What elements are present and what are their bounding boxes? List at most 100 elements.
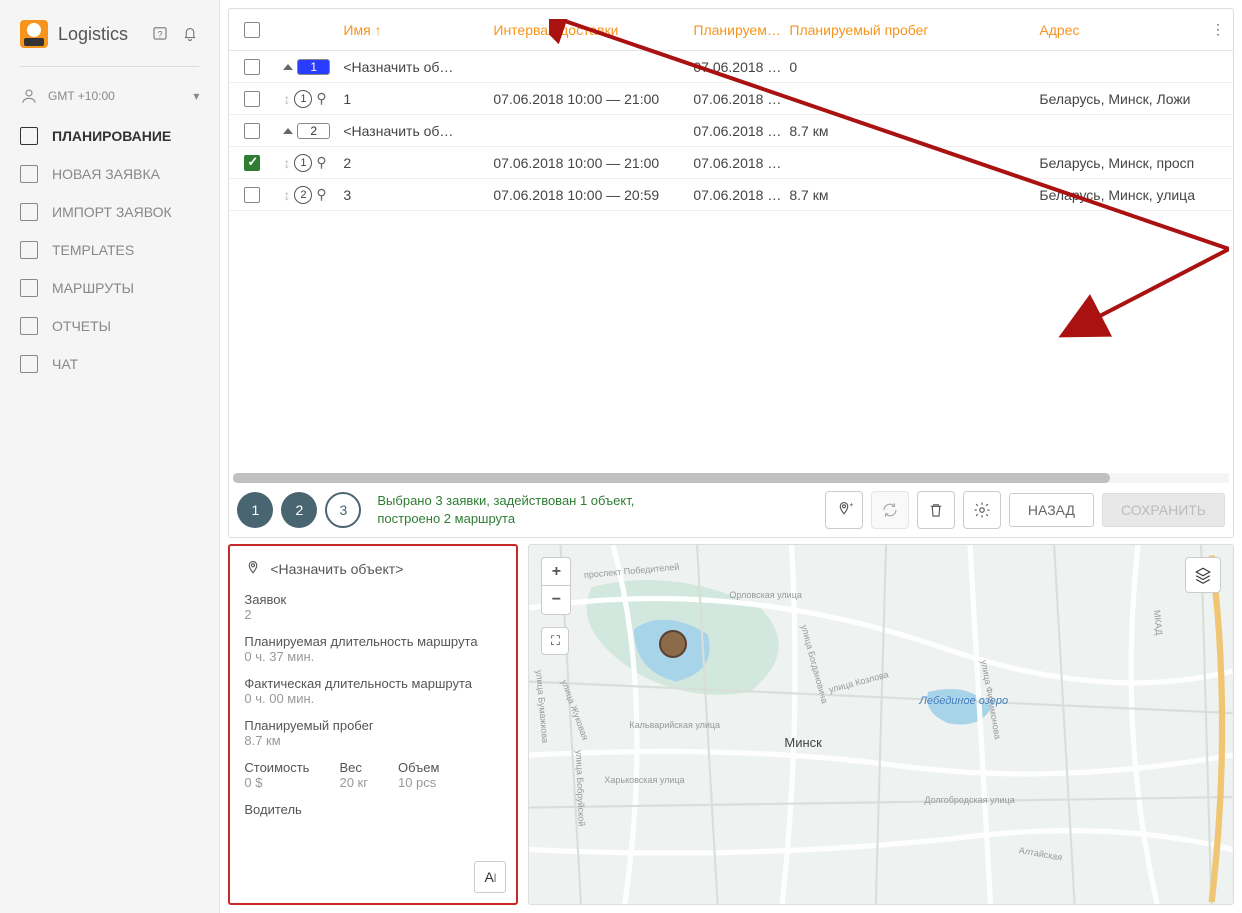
cell-address: Беларусь, Минск, просп <box>1031 155 1203 171</box>
collapse-icon[interactable] <box>283 128 293 134</box>
table-row[interactable]: ↕2⚲307.06.2018 10:00 — 20:5907.06.2018 …… <box>229 179 1233 211</box>
table-row[interactable]: 1<Назначить об…07.06.2018 …0 <box>229 51 1233 83</box>
cell-name: <Назначить об… <box>335 123 485 139</box>
cell-name: 3 <box>335 187 485 203</box>
edit-button[interactable]: A| <box>474 861 506 893</box>
assign-unit-button[interactable]: + <box>825 491 863 529</box>
bell-icon[interactable] <box>181 24 199 45</box>
collapse-icon[interactable] <box>283 64 293 70</box>
plandur-value: 0 ч. 37 мин. <box>244 649 502 664</box>
weight-value: 20 кг <box>339 775 368 790</box>
cell-planned: 07.06.2018 … <box>685 91 781 107</box>
step-2[interactable]: 2 <box>281 492 317 528</box>
cell-planned: 07.06.2018 … <box>685 123 781 139</box>
horizontal-scrollbar[interactable] <box>233 473 1229 483</box>
svg-text:+: + <box>849 501 853 509</box>
drag-handle-icon[interactable]: ↕ <box>283 187 290 203</box>
zoom-out-button[interactable]: − <box>542 586 570 614</box>
cell-mileage: 8.7 км <box>781 123 1031 139</box>
import-icon <box>20 203 38 221</box>
calendar-icon <box>20 127 38 145</box>
orders-table: Имя ↑ Интервал доставки Планируем… Плани… <box>228 8 1234 538</box>
sort-asc-icon: ↑ <box>375 22 382 38</box>
sequence-badge: 1 <box>294 90 312 108</box>
nav-label: ИМПОРТ ЗАЯВОК <box>52 204 172 220</box>
cell-mileage: 8.7 км <box>781 187 1031 203</box>
row-checkbox[interactable] <box>244 155 260 171</box>
row-checkbox[interactable] <box>244 59 260 75</box>
refresh-button[interactable] <box>871 491 909 529</box>
timezone-selector[interactable]: GMT +10:00 ▾ <box>0 75 219 117</box>
app-title: Logistics <box>58 24 141 45</box>
drag-handle-icon[interactable]: ↕ <box>283 91 290 107</box>
driver-label: Водитель <box>244 802 502 817</box>
cell-interval: 07.06.2018 10:00 — 21:00 <box>485 91 685 107</box>
table-row[interactable]: ↕1⚲207.06.2018 10:00 — 21:0007.06.2018 …… <box>229 147 1233 179</box>
sidebar-item-import[interactable]: ИМПОРТ ЗАЯВОК <box>0 193 219 231</box>
nav-label: ОТЧЕТЫ <box>52 318 111 334</box>
col-planned[interactable]: Планируем… <box>685 22 781 38</box>
table-row[interactable]: 2 <Назначить об… 07.06.2018 …8.7 км <box>229 115 1233 147</box>
delete-button[interactable] <box>917 491 955 529</box>
mileage-value: 8.7 км <box>244 733 502 748</box>
factdur-value: 0 ч. 00 мин. <box>244 691 502 706</box>
cell-planned: 07.06.2018 … <box>685 187 781 203</box>
sidebar-item-new-order[interactable]: НОВАЯ ЗАЯВКА <box>0 155 219 193</box>
row-checkbox[interactable] <box>244 91 260 107</box>
back-button[interactable]: НАЗАД <box>1009 493 1094 527</box>
map-street-label: Кальварийская улица <box>629 720 720 730</box>
zoom-in-button[interactable]: + <box>542 558 570 586</box>
table-menu-button[interactable]: ⋮ <box>1203 21 1233 38</box>
row-checkbox[interactable] <box>244 187 260 203</box>
col-mileage[interactable]: Планируемый пробег <box>781 22 1031 38</box>
volume-label: Объем <box>398 760 439 775</box>
status-text: Выбрано 3 заявки, задействован 1 объект,… <box>377 492 817 528</box>
nav-label: МАРШРУТЫ <box>52 280 134 296</box>
step-3[interactable]: 3 <box>325 492 361 528</box>
cost-label: Стоимость <box>244 760 309 775</box>
cell-interval: 07.06.2018 10:00 — 20:59 <box>485 187 685 203</box>
nav-label: НОВАЯ ЗАЯВКА <box>52 166 160 182</box>
timezone-label: GMT +10:00 <box>48 89 115 103</box>
sidebar-item-templates[interactable]: TEMPLATES <box>0 231 219 269</box>
pin-icon: ⚲ <box>316 154 326 171</box>
cell-interval: 07.06.2018 10:00 — 21:00 <box>485 155 685 171</box>
svg-text:?: ? <box>158 29 163 39</box>
map[interactable]: •••• <box>528 544 1234 905</box>
sidebar-item-reports[interactable]: ОТЧЕТЫ <box>0 307 219 345</box>
table-row[interactable]: ↕1⚲107.06.2018 10:00 — 21:0007.06.2018 …… <box>229 83 1233 115</box>
template-icon <box>20 241 38 259</box>
map-street-label: Долгобродская улица <box>924 795 1014 805</box>
drag-handle-icon[interactable]: ↕ <box>283 155 290 171</box>
layers-button[interactable] <box>1185 557 1221 593</box>
nav-label: ЧАТ <box>52 356 78 372</box>
settings-button[interactable] <box>963 491 1001 529</box>
row-checkbox[interactable] <box>244 123 260 139</box>
factdur-label: Фактическая длительность маршрута <box>244 676 502 691</box>
sidebar-item-planning[interactable]: ПЛАНИРОВАНИЕ <box>0 117 219 155</box>
sidebar-item-chat[interactable]: ЧАТ <box>0 345 219 383</box>
map-street-label: Харьковская улица <box>604 775 684 785</box>
group-badge: 2 <box>297 123 330 139</box>
cell-name: <Назначить об… <box>335 59 485 75</box>
sidebar-item-routes[interactable]: МАРШРУТЫ <box>0 269 219 307</box>
help-icon[interactable]: ? <box>151 24 169 45</box>
save-button[interactable]: СОХРАНИТЬ <box>1102 493 1225 527</box>
nav-label: ПЛАНИРОВАНИЕ <box>52 128 171 144</box>
orders-label: Заявок <box>244 592 502 607</box>
orders-value: 2 <box>244 607 502 622</box>
col-name[interactable]: Имя ↑ <box>335 22 485 38</box>
cell-address: Беларусь, Минск, улица <box>1031 187 1203 203</box>
route-icon <box>20 279 38 297</box>
cell-address: Беларусь, Минск, Ложи <box>1031 91 1203 107</box>
cell-planned: 07.06.2018 … <box>685 59 781 75</box>
map-city-label: Минск <box>784 735 821 750</box>
select-all-checkbox[interactable] <box>244 22 260 38</box>
col-address[interactable]: Адрес <box>1031 22 1203 38</box>
col-interval[interactable]: Интервал доставки <box>485 22 685 38</box>
fullscreen-button[interactable]: ⛶ <box>541 627 569 655</box>
plus-doc-icon <box>20 165 38 183</box>
step-1[interactable]: 1 <box>237 492 273 528</box>
panel-title: <Назначить объект> <box>270 561 403 577</box>
user-icon <box>20 87 38 105</box>
